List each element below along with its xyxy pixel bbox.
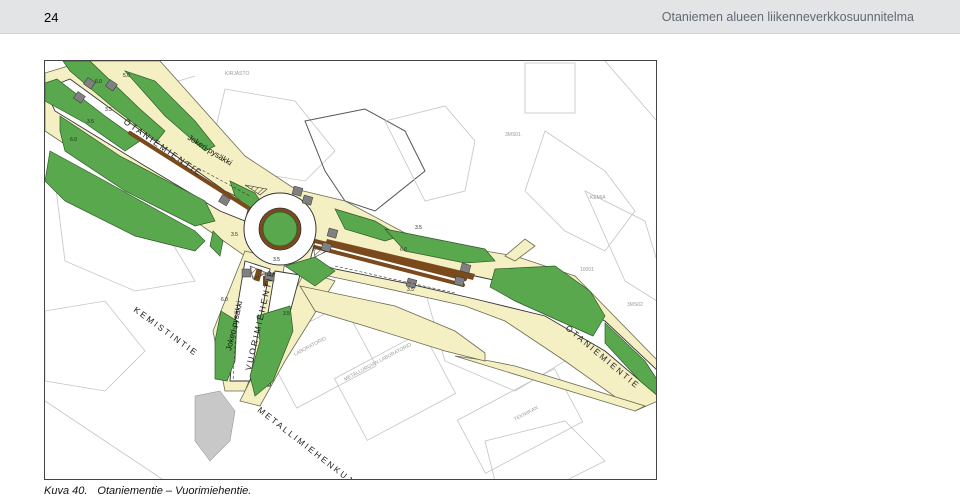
dimension-label: 3.5 <box>407 287 414 293</box>
bg-label-3ms01: 3MS01 <box>505 132 521 138</box>
bg-label-kemia: KEMIA <box>590 195 606 201</box>
document-title: Otaniemen alueen liikenneverkkosuunnitel… <box>661 10 914 24</box>
bg-label-10001: 10001 <box>580 267 594 273</box>
bg-label-metallurgia: METALLURGIAN LABORATORIO <box>343 342 413 383</box>
figure-label: Kuva 40. <box>44 485 88 497</box>
figure-caption-text: Otaniementie – Vuorimiehentie. <box>97 485 252 497</box>
dimension-label: 3.5 <box>415 225 422 231</box>
bg-label-tekniikka: TEKNIIKAN <box>513 405 539 423</box>
traffic-plan-map: KIRJASTO KEMIA LABORATORIO METALLURGIAN … <box>44 60 657 480</box>
dimension-label: 5.0 <box>123 73 130 79</box>
dimension-label: 6.0 <box>70 137 77 143</box>
figure-caption: Kuva 40. Otaniementie – Vuorimiehentie. <box>44 485 251 497</box>
dimension-label: 3.5 <box>273 257 280 263</box>
dimension-label: 3.5 <box>231 232 238 238</box>
street-label-kemistintie: KEMISTINTIE <box>132 305 201 359</box>
page-header: 24 Otaniemen alueen liikenneverkkosuunni… <box>0 0 960 34</box>
street-label-metallimiehenkuja: METALLIMIEHENKUJA <box>256 405 362 480</box>
bg-label-3ms02: 3MS02 <box>627 302 643 308</box>
dimension-label: 3.5 <box>87 119 94 125</box>
map-svg: KIRJASTO KEMIA LABORATORIO METALLURGIAN … <box>45 61 656 480</box>
plaza-area <box>194 390 236 462</box>
dimension-label: 3.5 <box>283 311 290 317</box>
page-number: 24 <box>44 10 59 25</box>
dimension-label: 6.0 <box>400 247 407 253</box>
dimension-label: 6.0 <box>221 297 228 303</box>
dimension-label: 6.0 <box>95 79 102 85</box>
dimension-label: 3.5 <box>105 107 112 113</box>
bg-label-kirjasto: KIRJASTO <box>225 71 249 77</box>
